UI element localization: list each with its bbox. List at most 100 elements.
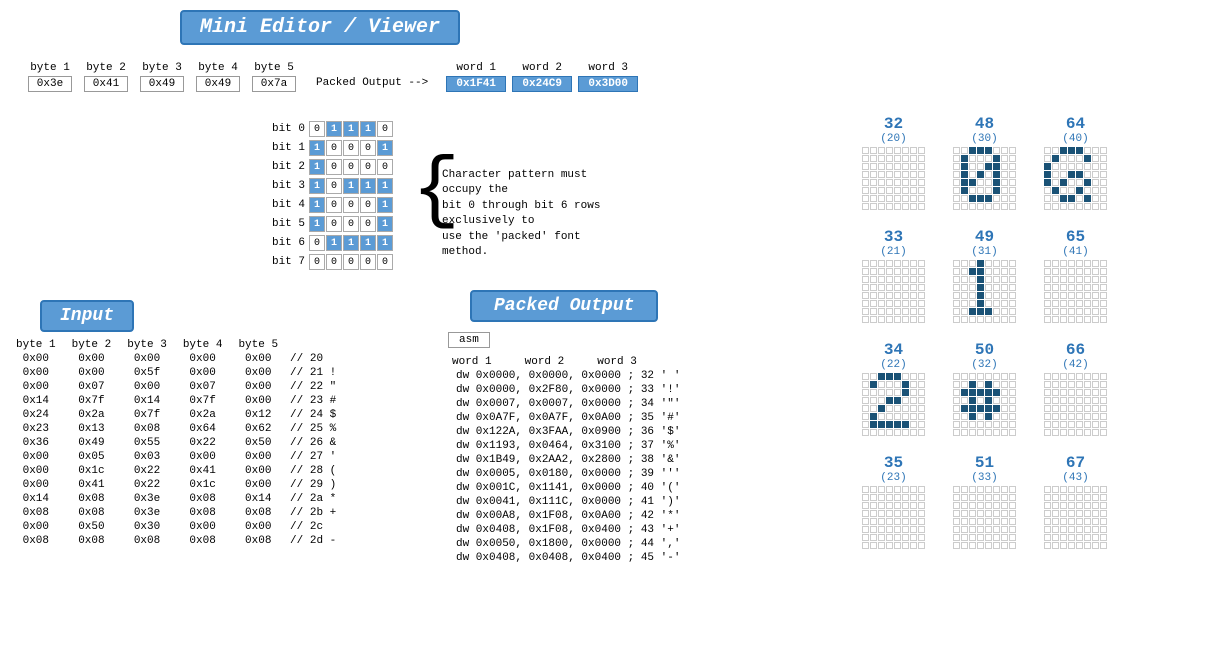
pixel-51-7-7	[1009, 542, 1016, 549]
byte1-col: byte 1 0x3e	[28, 62, 72, 92]
pixel-33-3-4	[894, 284, 901, 291]
pixel-65-0-4	[1076, 260, 1083, 267]
pixel-49-5-6	[1001, 300, 1008, 307]
pixel-49-1-6	[1001, 268, 1008, 275]
pixel-65-6-0	[1044, 308, 1051, 315]
output-cell-6: dw 0x1B49, 0x2AA2, 0x2800 ; 38 '&'	[448, 453, 688, 467]
pixel-34-7-7	[918, 429, 925, 436]
pixel-33-5-3	[886, 300, 893, 307]
pixel-34-6-4	[894, 421, 901, 428]
pixel-grid-65	[1044, 260, 1107, 323]
pixel-64-4-6	[1092, 179, 1099, 186]
pixel-50-4-4	[985, 405, 992, 412]
char-sub-49: (31)	[971, 246, 997, 258]
pixel-35-0-4	[894, 486, 901, 493]
pixel-50-4-5	[993, 405, 1000, 412]
pixel-67-5-6	[1092, 526, 1099, 533]
input-row-8: 0x000x1c0x220x410x00// 28 (	[8, 464, 344, 478]
pixel-65-0-6	[1092, 260, 1099, 267]
pixel-33-3-2	[878, 284, 885, 291]
pixel-33-3-1	[870, 284, 877, 291]
pixel-49-0-7	[1009, 260, 1016, 267]
pixel-34-2-5	[902, 389, 909, 396]
pixel-49-6-4	[985, 308, 992, 315]
pixel-35-1-7	[918, 494, 925, 501]
pixel-66-4-7	[1100, 405, 1107, 412]
pixel-35-2-5	[902, 502, 909, 509]
bit-cell-r0-c4: 0	[377, 121, 393, 137]
pixel-35-3-2	[878, 510, 885, 517]
pixel-65-6-5	[1084, 308, 1091, 315]
pixel-49-7-1	[961, 316, 968, 323]
bit-label-6: bit 6	[270, 237, 305, 249]
char-entry-48: 48(30)	[953, 115, 1016, 210]
bit-label-7: bit 7	[270, 256, 305, 268]
pixel-66-3-2	[1060, 397, 1067, 404]
pixel-65-6-6	[1092, 308, 1099, 315]
pixel-51-3-7	[1009, 510, 1016, 517]
pixel-67-0-6	[1092, 486, 1099, 493]
pixel-64-7-7	[1100, 203, 1107, 210]
pixel-33-0-5	[902, 260, 909, 267]
pixel-67-2-5	[1084, 502, 1091, 509]
output-cell-0: dw 0x0000, 0x0000, 0x0000 ; 32 ' '	[448, 369, 688, 383]
pixel-66-5-3	[1068, 413, 1075, 420]
pixel-33-0-3	[886, 260, 893, 267]
pixel-35-2-7	[918, 502, 925, 509]
char-row-2: 34(22)50(32)66(42)	[862, 341, 1107, 436]
char-sub-32: (20)	[880, 133, 906, 145]
pixel-32-6-0	[862, 195, 869, 202]
pixel-32-4-2	[878, 179, 885, 186]
pixel-64-3-0	[1044, 171, 1051, 178]
pixel-66-6-7	[1100, 421, 1107, 428]
pixel-66-6-6	[1092, 421, 1099, 428]
pixel-35-2-2	[878, 502, 885, 509]
char-entry-64: 64(40)	[1044, 115, 1107, 210]
bit-cell-r6-c2: 1	[343, 235, 359, 251]
pixel-35-1-1	[870, 494, 877, 501]
pixel-32-0-6	[910, 147, 917, 154]
pixel-34-4-3	[886, 405, 893, 412]
pixel-67-6-0	[1044, 534, 1051, 541]
pixel-67-6-4	[1076, 534, 1083, 541]
pixel-grid-34	[862, 373, 925, 436]
pixel-34-0-7	[918, 373, 925, 380]
bit-cell-r5-c4: 1	[377, 216, 393, 232]
asm-tab[interactable]: asm	[448, 332, 490, 348]
char-sub-51: (33)	[971, 472, 997, 484]
pixel-66-1-4	[1076, 381, 1083, 388]
pixel-66-0-6	[1092, 373, 1099, 380]
pixel-67-1-3	[1068, 494, 1075, 501]
pixel-34-2-2	[878, 389, 885, 396]
pixel-grid-51	[953, 486, 1016, 549]
pixel-32-2-0	[862, 163, 869, 170]
pixel-50-2-2	[969, 389, 976, 396]
pixel-48-2-3	[977, 163, 984, 170]
pixel-33-1-7	[918, 268, 925, 275]
pixel-50-4-6	[1001, 405, 1008, 412]
pixel-67-6-5	[1084, 534, 1091, 541]
pixel-49-4-5	[993, 292, 1000, 299]
pixel-50-6-7	[1009, 421, 1016, 428]
pixel-48-2-4	[985, 163, 992, 170]
pixel-65-6-7	[1100, 308, 1107, 315]
pixel-50-4-2	[969, 405, 976, 412]
pixel-65-2-1	[1052, 276, 1059, 283]
pixel-51-5-3	[977, 526, 984, 533]
input-row-1: 0x000x000x5f0x000x00// 21 !	[8, 366, 344, 380]
pixel-33-3-6	[910, 284, 917, 291]
pixel-35-7-0	[862, 542, 869, 549]
input-cell-r0-c2: 0x00	[119, 352, 175, 366]
pixel-34-2-7	[918, 389, 925, 396]
pixel-32-0-0	[862, 147, 869, 154]
input-label: Input	[40, 300, 134, 332]
pixel-34-0-1	[870, 373, 877, 380]
pixel-49-5-2	[969, 300, 976, 307]
pixel-48-1-7	[1009, 155, 1016, 162]
pixel-50-1-5	[993, 381, 1000, 388]
pixel-32-0-1	[870, 147, 877, 154]
pixel-66-0-5	[1084, 373, 1091, 380]
pixel-48-5-7	[1009, 187, 1016, 194]
input-cell-r11-c1: 0x08	[64, 506, 120, 520]
pixel-64-6-4	[1076, 195, 1083, 202]
